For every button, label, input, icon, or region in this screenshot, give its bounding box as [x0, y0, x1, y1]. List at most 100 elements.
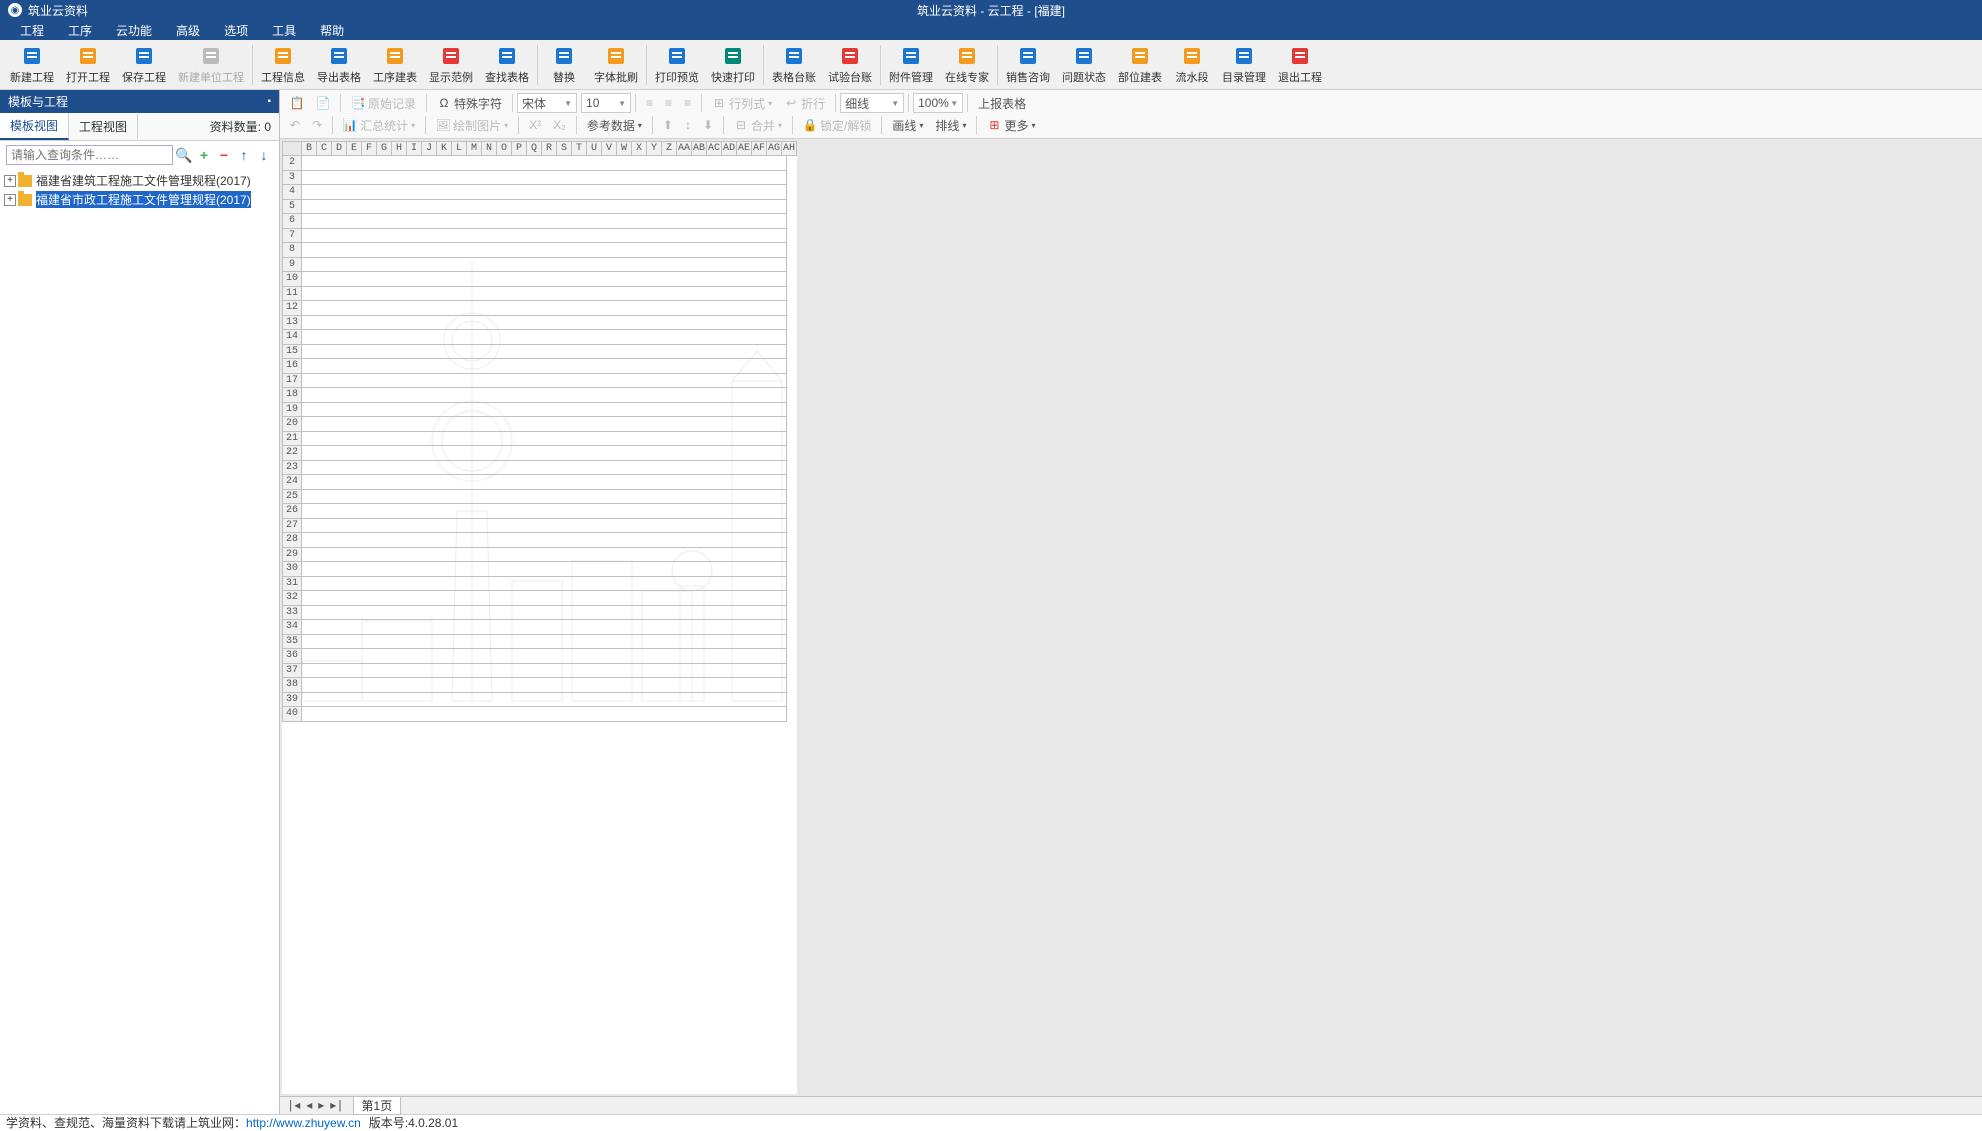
row-cells[interactable] [302, 548, 787, 563]
row-cells[interactable] [302, 432, 787, 447]
search-input[interactable] [6, 145, 173, 165]
new-unit-button[interactable]: 新建单位工程 [172, 43, 250, 87]
col-header[interactable]: F [362, 141, 377, 156]
valign-top-icon[interactable]: ⬆ [657, 116, 679, 134]
row-cells[interactable] [302, 243, 787, 258]
search-icon[interactable]: 🔍 [175, 146, 193, 164]
menu-1[interactable]: 工序 [56, 22, 104, 39]
more-button[interactable]: ⊞更多▾ [981, 115, 1041, 136]
add-icon[interactable]: + [195, 146, 213, 164]
table-ledger-button[interactable]: 表格台账 [766, 43, 822, 87]
row-cells[interactable] [302, 185, 787, 200]
row-cells[interactable] [302, 635, 787, 650]
col-header[interactable]: Y [647, 141, 662, 156]
menu-4[interactable]: 选项 [212, 22, 260, 39]
row-cells[interactable] [302, 533, 787, 548]
row-header[interactable]: 31 [282, 577, 302, 592]
col-header[interactable] [282, 141, 302, 156]
row-header[interactable]: 19 [282, 403, 302, 418]
find-table-button[interactable]: 查找表格 [479, 43, 535, 87]
row-cells[interactable] [302, 214, 787, 229]
row-header[interactable]: 24 [282, 475, 302, 490]
col-header[interactable]: J [422, 141, 437, 156]
special-char-button[interactable]: Ω特殊字符 [431, 93, 508, 114]
row-header[interactable]: 27 [282, 519, 302, 534]
row-cells[interactable] [302, 403, 787, 418]
menu-0[interactable]: 工程 [8, 22, 56, 39]
line-button[interactable]: 排线▾ [929, 115, 972, 136]
row-cells[interactable] [302, 562, 787, 577]
row-cells[interactable] [302, 707, 787, 722]
superscript-icon[interactable]: X² [523, 116, 547, 134]
col-header[interactable]: AG [767, 141, 782, 156]
col-header[interactable]: Z [662, 141, 677, 156]
row-cells[interactable] [302, 359, 787, 374]
issue-status-button[interactable]: 问题状态 [1056, 43, 1112, 87]
col-header[interactable]: AA [677, 141, 692, 156]
row-header[interactable]: 4 [282, 185, 302, 200]
row-cells[interactable] [302, 664, 787, 679]
row-cells[interactable] [302, 649, 787, 664]
export-table-button[interactable]: 导出表格 [311, 43, 367, 87]
row-header[interactable]: 8 [282, 243, 302, 258]
row-cells[interactable] [302, 229, 787, 244]
row-cells[interactable] [302, 345, 787, 360]
dir-mgmt-button[interactable]: 目录管理 [1216, 43, 1272, 87]
replace-button[interactable]: 替换 [540, 43, 588, 87]
col-header[interactable]: B [302, 141, 317, 156]
pin-icon[interactable]: ▪ [267, 96, 271, 107]
row-header[interactable]: 30 [282, 562, 302, 577]
col-header[interactable]: V [602, 141, 617, 156]
paste-icon[interactable]: 📄 [310, 94, 336, 112]
row-cells[interactable] [302, 156, 787, 171]
row-header[interactable]: 13 [282, 316, 302, 331]
row-header[interactable]: 15 [282, 345, 302, 360]
col-header[interactable]: S [557, 141, 572, 156]
ref-data-button[interactable]: 参考数据 ▾ [581, 115, 648, 136]
row-cells[interactable] [302, 330, 787, 345]
col-header[interactable]: AH [782, 141, 797, 156]
subscript-icon[interactable]: X₂ [547, 116, 572, 134]
row-cells[interactable] [302, 678, 787, 693]
row-cells[interactable] [302, 258, 787, 273]
drawline-button[interactable]: 画线▾ [886, 115, 929, 136]
draw-image-button[interactable]: 🖼绘制图片 ▾ [430, 115, 514, 136]
row-cells[interactable] [302, 620, 787, 635]
row-header[interactable]: 26 [282, 504, 302, 519]
row-cells[interactable] [302, 475, 787, 490]
undo-icon[interactable]: ↶ [284, 116, 306, 134]
row-header[interactable]: 23 [282, 461, 302, 476]
row-cells[interactable] [302, 316, 787, 331]
col-header[interactable]: AF [752, 141, 767, 156]
merge-button[interactable]: ⊟合并 ▾ [728, 115, 788, 136]
row-header[interactable]: 22 [282, 446, 302, 461]
row-header[interactable]: 36 [282, 649, 302, 664]
sheet-next-icon[interactable]: ▸ [315, 1098, 327, 1113]
upload-table-button[interactable]: 上报表格 [972, 93, 1032, 114]
valign-mid-icon[interactable]: ↕ [679, 116, 697, 134]
sheet-last-icon[interactable]: ▸| [327, 1098, 346, 1113]
row-header[interactable]: 5 [282, 200, 302, 215]
row-cells[interactable] [302, 519, 787, 534]
col-header[interactable]: T [572, 141, 587, 156]
col-header[interactable]: X [632, 141, 647, 156]
linestyle-select[interactable]: 细线▼ [840, 93, 904, 113]
row-header[interactable]: 6 [282, 214, 302, 229]
col-header[interactable]: P [512, 141, 527, 156]
col-header[interactable]: H [392, 141, 407, 156]
col-header[interactable]: D [332, 141, 347, 156]
col-header[interactable]: N [482, 141, 497, 156]
row-header[interactable]: 33 [282, 606, 302, 621]
original-record-button[interactable]: 📑原始记录 [345, 93, 422, 114]
status-link[interactable]: http://www.zhuyew.cn [246, 1116, 361, 1130]
row-cells[interactable] [302, 693, 787, 708]
row-cells[interactable] [302, 272, 787, 287]
open-project-button[interactable]: 打开工程 [60, 43, 116, 87]
row-cells[interactable] [302, 388, 787, 403]
col-header[interactable]: Q [527, 141, 542, 156]
flow-section-button[interactable]: 流水段 [1168, 43, 1216, 87]
row-header[interactable]: 34 [282, 620, 302, 635]
row-header[interactable]: 37 [282, 664, 302, 679]
row-cells[interactable] [302, 171, 787, 186]
row-header[interactable]: 38 [282, 678, 302, 693]
